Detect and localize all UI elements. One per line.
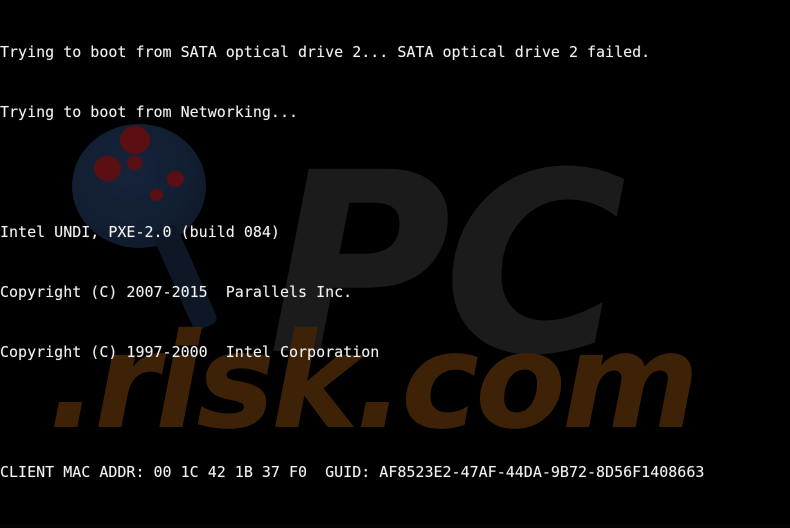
console-line: Copyright (C) 2007-2015 Parallels Inc.	[0, 283, 353, 301]
console-line: Intel UNDI, PXE-2.0 (build 084)	[0, 223, 280, 241]
screen-bottom-edge	[0, 524, 790, 528]
console-line: Trying to boot from Networking...	[0, 103, 299, 121]
console-output: Trying to boot from SATA optical drive 2…	[0, 2, 790, 528]
console-line: Copyright (C) 1997-2000 Intel Corporatio…	[0, 343, 380, 361]
bios-boot-screen: PC .risk.com Trying to boot from SATA op…	[0, 0, 790, 528]
console-line: Trying to boot from SATA optical drive 2…	[0, 43, 651, 61]
console-line: CLIENT MAC ADDR: 00 1C 42 1B 37 F0 GUID:…	[0, 463, 705, 481]
